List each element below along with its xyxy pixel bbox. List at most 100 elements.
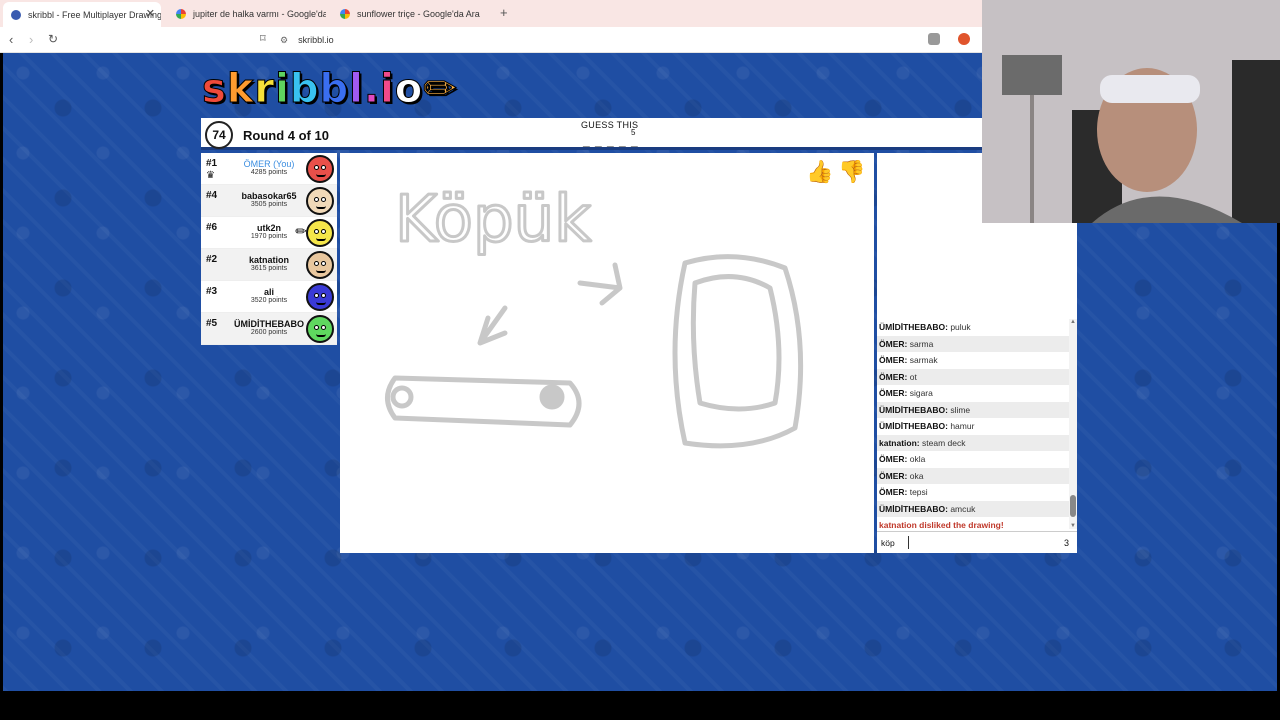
- chat-text: oka: [909, 470, 924, 481]
- player-rank: #3: [206, 286, 218, 297]
- chat-user: ÖMER:: [879, 371, 908, 382]
- skribbl-logo: skribbl.io✏: [202, 66, 458, 113]
- forward-arrow-icon[interactable]: ›: [29, 32, 33, 47]
- avatar: [306, 219, 334, 247]
- chat-user: ÖMER:: [879, 470, 908, 481]
- chat-user: ÜMİDİTHEBABO:: [879, 503, 948, 514]
- chat-message: ÜMİDİTHEBABO: hamur: [877, 418, 1069, 435]
- avatar: [306, 283, 334, 311]
- player-row[interactable]: #2 katnation 3615 points: [201, 249, 337, 281]
- chat-message: ÜMİDİTHEBABO: slime: [877, 401, 1069, 418]
- browser-tabstrip: skribbl - Free Multiplayer Drawing ✕ jup…: [0, 0, 982, 27]
- chat-message: ÖMER: sarmak: [877, 352, 1069, 369]
- player-row[interactable]: #4 babasokar65 3505 points: [201, 185, 337, 217]
- player-name: katnation: [248, 255, 289, 265]
- chat-text: steam deck: [922, 437, 966, 448]
- drawn-arrow-right: [577, 262, 623, 306]
- reload-icon[interactable]: ↻: [48, 32, 58, 46]
- guess-label: GUESS THIS: [581, 120, 639, 130]
- new-tab-icon[interactable]: +: [500, 5, 508, 20]
- browser-tab-1[interactable]: jupiter de halka varmı - Google'da Ara: [168, 3, 326, 25]
- drawn-circle-left: [390, 385, 414, 409]
- player-points: 3520 points: [250, 297, 288, 304]
- scrollbar-thumb[interactable]: [1070, 495, 1076, 517]
- scroll-down-icon[interactable]: ▼: [1070, 523, 1076, 529]
- skribbl-favicon-icon: [11, 9, 21, 20]
- word-hint: _ _ _ _ _: [583, 134, 639, 148]
- chat-text: amcuk: [950, 503, 976, 514]
- translate-icon[interactable]: [928, 33, 940, 45]
- drawing-canvas[interactable]: Köpük 👍 👎: [340, 153, 874, 553]
- chat-message: ÖMER: tepsi: [877, 484, 1069, 501]
- screen: skribbl - Free Multiplayer Drawing ✕ jup…: [0, 0, 1280, 720]
- player-points: 4285 points: [250, 169, 288, 176]
- player-row[interactable]: #3 ali 3520 points: [201, 281, 337, 313]
- google-favicon-icon: [176, 9, 186, 19]
- crown-icon: ♛: [206, 170, 215, 181]
- chat-message: ÖMER: sarma: [877, 335, 1069, 352]
- chat-message: ÖMER: okla: [877, 451, 1069, 468]
- google-favicon-icon: [340, 9, 350, 19]
- taskbar: [0, 691, 1280, 720]
- drawn-word: Köpük: [395, 183, 591, 257]
- browser-tab-0[interactable]: skribbl - Free Multiplayer Drawing ✕: [3, 2, 161, 27]
- player-row[interactable]: #5 ÜMİDİTHEBABO 2600 points: [201, 313, 337, 345]
- webcam-overlay: [982, 0, 1280, 223]
- timer-clock-icon: 74: [205, 121, 233, 149]
- chat-message: ÖMER: ot: [877, 368, 1069, 385]
- drawn-box-inner: [690, 274, 782, 412]
- webcam-image: [982, 0, 1280, 223]
- players-list: #1 ♛ ÖMER (You) 4285 points #4 babasokar…: [201, 153, 337, 345]
- chat-text: okla: [909, 454, 926, 464]
- browser-toolbar: ‹ › ↻ ⌑ ⚙ skribbl.io: [0, 27, 982, 53]
- guess-input[interactable]: köp 3: [877, 531, 1077, 553]
- chat-text: sarmak: [909, 355, 938, 365]
- chat-text: tepsi: [909, 487, 928, 497]
- url-text: skribbl.io: [298, 35, 334, 45]
- site-settings-icon[interactable]: ⚙: [280, 35, 288, 46]
- text-cursor: [908, 536, 909, 549]
- chat-text: slime: [950, 404, 971, 415]
- player-name: babasokar65: [241, 191, 297, 201]
- tab-title: skribbl - Free Multiplayer Drawing: [28, 9, 161, 20]
- chat-user: ÖMER:: [879, 487, 908, 497]
- game-header: 74 Round 4 of 10 GUESS THIS 5 _ _ _ _ _: [201, 118, 982, 150]
- tab-title: sunflower triçe - Google'da Ara: [357, 9, 480, 19]
- chat-text: sigara: [909, 388, 933, 398]
- drawing-strokes: Köpük: [385, 182, 804, 449]
- chat-user: ÜMİDİTHEBABO:: [879, 404, 948, 415]
- chat-text: ot: [909, 371, 917, 382]
- tab-title: jupiter de halka varmı - Google'da Ara: [193, 9, 326, 19]
- back-arrow-icon[interactable]: ‹: [9, 32, 13, 47]
- thumbs-down-icon[interactable]: 👎: [838, 159, 865, 185]
- guess-char-count: 3: [1063, 538, 1069, 548]
- player-rank: #1: [206, 158, 218, 169]
- avatar: [306, 315, 334, 343]
- chat-text: sarma: [909, 338, 934, 349]
- player-name: ÖMER (You): [243, 159, 295, 169]
- player-row[interactable]: #6 utk2n 1970 points ✏: [201, 217, 337, 249]
- chat-text: hamur: [950, 421, 975, 431]
- player-points: 3505 points: [250, 201, 288, 208]
- chat-message: ÜMİDİTHEBABO: puluk: [877, 319, 1069, 336]
- player-row[interactable]: #1 ♛ ÖMER (You) 4285 points: [201, 153, 337, 185]
- chat-user: katnation:: [879, 437, 920, 448]
- thumbs-up-icon[interactable]: 👍: [806, 159, 833, 185]
- round-indicator: Round 4 of 10: [243, 128, 329, 143]
- chat-message: katnation: steam deck: [877, 434, 1069, 451]
- player-rank: #5: [206, 318, 218, 329]
- browser-tab-2[interactable]: sunflower triçe - Google'da Ara: [332, 3, 490, 25]
- chat-user: ÜMİDİTHEBABO:: [879, 322, 948, 332]
- player-rank: #4: [206, 190, 218, 201]
- scroll-up-icon[interactable]: ▲: [1070, 319, 1076, 325]
- drawn-arrow-left: [477, 305, 508, 346]
- chat-user: ÜMİDİTHEBABO:: [879, 421, 948, 431]
- chat-scrollbar[interactable]: ▲ ▼: [1069, 319, 1077, 529]
- chat-message: ÜMİDİTHEBABO: amcuk: [877, 500, 1069, 517]
- extension-icon[interactable]: [958, 33, 970, 45]
- bookmark-icon[interactable]: ⌑: [260, 32, 266, 45]
- avatar: [306, 187, 334, 215]
- chat-user: ÖMER:: [879, 454, 908, 464]
- address-bar[interactable]: ⚙ skribbl.io: [280, 31, 940, 49]
- close-icon[interactable]: ✕: [146, 7, 155, 20]
